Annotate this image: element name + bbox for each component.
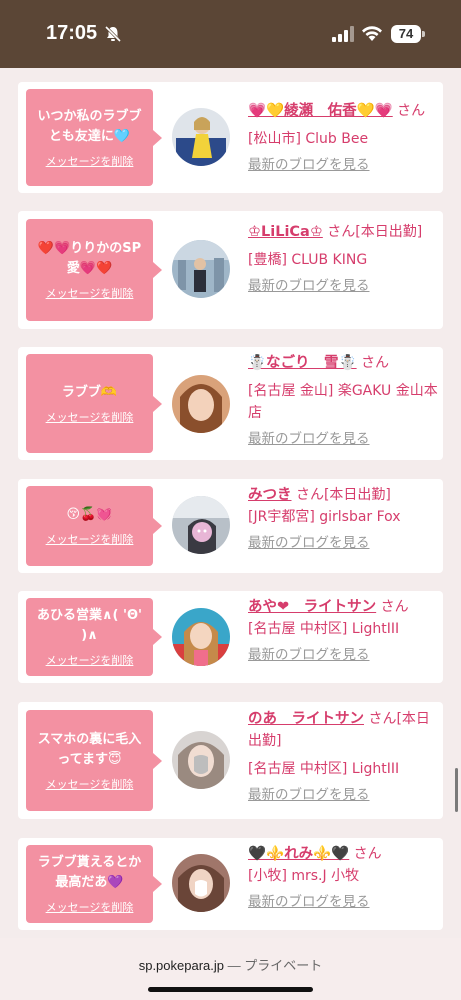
message-bubble: ❤️💗りりかのSP愛💗❤️ メッセージを削除 <box>26 219 162 321</box>
list-item: スマホの裏に毛入ってます😇 メッセージを削除 のあ ライトサン さん[本日出勤]… <box>18 702 443 819</box>
cast-suffix: さん <box>397 103 426 119</box>
cast-info: あや❤︎ ライトサン さん [名古屋 中村区] LightIII 最新のブログを… <box>248 596 438 666</box>
message-text: ラブブ🫶 <box>61 384 118 400</box>
shop-name: [松山市] Club Bee <box>248 131 369 147</box>
list-item: ❤️💗りりかのSP愛💗❤️ メッセージを削除 ♔LiLiCa♔ さん[本日出勤]… <box>18 211 443 329</box>
message-bubble: スマホの裏に毛入ってます😇 メッセージを削除 <box>26 710 162 811</box>
cast-name-link[interactable]: のあ ライトサン <box>248 711 364 727</box>
latest-blog-link[interactable]: 最新のブログを見る <box>248 428 370 450</box>
cast-info: 🖤⚜️れみ⚜️🖤 さん [小牧] mrs.J 小牧 最新のブログを見る <box>248 843 438 913</box>
list-item: ラブブ貰えるとか最高だあ💜 メッセージを削除 🖤⚜️れみ⚜️🖤 さん [小牧] … <box>18 838 443 930</box>
wifi-icon <box>362 26 382 41</box>
status-time: 17:05 <box>46 22 98 44</box>
list-item: ラブブ🫶 メッセージを削除 ☃️なごり 雪☃️ さん [名古屋 金山] 楽GAK… <box>18 347 443 460</box>
bell-muted-icon <box>104 25 122 43</box>
cast-suffix: さん[本日出勤] <box>295 487 391 503</box>
shop-name: [名古屋 中村区] LightIII <box>248 621 400 637</box>
latest-blog-link[interactable]: 最新のブログを見る <box>248 644 370 666</box>
delete-message-link[interactable]: メッセージを削除 <box>46 776 134 792</box>
cellular-signal-icon <box>332 26 354 42</box>
cast-suffix: さん <box>353 846 382 862</box>
browser-bottom-bar[interactable]: sp.pokepara.jp — プライベート <box>0 938 461 1000</box>
message-bubble: あひる営業∧( 'Θ' )∧ メッセージを削除 <box>26 598 162 676</box>
latest-blog-link[interactable]: 最新のブログを見る <box>248 784 370 806</box>
cast-info: ♔LiLiCa♔ さん[本日出勤] [豊橋] CLUB KING 最新のブログを… <box>248 221 438 297</box>
scroll-indicator[interactable] <box>455 768 458 812</box>
avatar[interactable] <box>172 496 230 554</box>
message-text: スマホの裏に毛入ってます😇 <box>37 731 142 767</box>
delete-message-link[interactable]: メッセージを削除 <box>46 531 134 547</box>
latest-blog-link[interactable]: 最新のブログを見る <box>248 275 370 297</box>
shop-name: [名古屋 金山] 楽GAKU 金山本店 <box>248 383 438 421</box>
latest-blog-link[interactable]: 最新のブログを見る <box>248 154 370 176</box>
cast-name-link[interactable]: ♔LiLiCa♔ <box>248 224 323 240</box>
message-text: ラブブ貰えるとか最高だあ💜 <box>37 855 142 890</box>
message-text: ❤️💗りりかのSP愛💗❤️ <box>37 241 142 276</box>
battery-tip <box>422 31 425 37</box>
battery-icon: 74 <box>391 25 421 43</box>
shop-name: [JR宇都宮] girlsbar Fox <box>248 509 401 525</box>
status-bar: 17:05 74 <box>0 0 461 68</box>
latest-blog-link[interactable]: 最新のブログを見る <box>248 532 370 554</box>
delete-message-link[interactable]: メッセージを削除 <box>46 409 134 425</box>
shop-name: [小牧] mrs.J 小牧 <box>248 868 360 884</box>
cast-info: のあ ライトサン さん[本日出勤] [名古屋 中村区] LightIII 最新の… <box>248 708 438 806</box>
avatar[interactable] <box>172 240 230 298</box>
message-bubble: いつか私のラブブとも友達に🩵 メッセージを削除 <box>26 89 162 186</box>
home-indicator[interactable] <box>148 987 313 992</box>
delete-message-link[interactable]: メッセージを削除 <box>46 153 134 169</box>
delete-message-link[interactable]: メッセージを削除 <box>46 285 134 301</box>
cast-suffix: さん <box>361 355 390 371</box>
list-item: いつか私のラブブとも友達に🩵 メッセージを削除 💗💛綾瀬 佑香💛💗 さん [松山… <box>18 82 443 193</box>
message-bubble: ラブブ貰えるとか最高だあ💜 メッセージを削除 <box>26 845 162 923</box>
cast-info: 💗💛綾瀬 佑香💛💗 さん [松山市] Club Bee 最新のブログを見る <box>248 100 438 176</box>
message-text: いつか私のラブブとも友達に🩵 <box>37 108 142 144</box>
message-text: あひる営業∧( 'Θ' )∧ <box>36 608 143 643</box>
favorite-message-list[interactable]: いつか私のラブブとも友達に🩵 メッセージを削除 💗💛綾瀬 佑香💛💗 さん [松山… <box>0 68 461 938</box>
message-bubble: ラブブ🫶 メッセージを削除 <box>26 354 162 453</box>
cast-info: ☃️なごり 雪☃️ さん [名古屋 金山] 楽GAKU 金山本店 最新のブログを… <box>248 352 438 450</box>
delete-message-link[interactable]: メッセージを削除 <box>46 652 134 668</box>
cast-suffix: さん <box>380 599 409 615</box>
avatar[interactable] <box>172 375 230 433</box>
avatar[interactable] <box>172 854 230 912</box>
cast-suffix: さん[本日出勤] <box>327 224 423 240</box>
url-separator: — <box>227 958 241 973</box>
message-bubble: 😚🍒💓 メッセージを削除 <box>26 486 162 566</box>
cast-name-link[interactable]: みつき <box>248 487 292 503</box>
avatar[interactable] <box>172 108 230 166</box>
url-domain: sp.pokepara.jp <box>138 958 224 973</box>
url-bar[interactable]: sp.pokepara.jp — プライベート <box>0 955 461 974</box>
cast-info: みつき さん[本日出勤] [JR宇都宮] girlsbar Fox 最新のブログ… <box>248 484 438 554</box>
avatar[interactable] <box>172 608 230 666</box>
latest-blog-link[interactable]: 最新のブログを見る <box>248 891 370 913</box>
shop-name: [名古屋 中村区] LightIII <box>248 761 400 777</box>
shop-name: [豊橋] CLUB KING <box>248 252 368 268</box>
private-mode-label: プライベート <box>244 958 323 973</box>
message-text: 😚🍒💓 <box>66 507 113 522</box>
avatar[interactable] <box>172 731 230 789</box>
cast-name-link[interactable]: 🖤⚜️れみ⚜️🖤 <box>248 846 349 862</box>
cast-name-link[interactable]: ☃️なごり 雪☃️ <box>248 355 357 371</box>
cast-name-link[interactable]: 💗💛綾瀬 佑香💛💗 <box>248 103 393 119</box>
list-item: 😚🍒💓 メッセージを削除 みつき さん[本日出勤] [JR宇都宮] girlsb… <box>18 479 443 573</box>
list-item: あひる営業∧( 'Θ' )∧ メッセージを削除 あや❤︎ ライトサン さん [名… <box>18 591 443 683</box>
delete-message-link[interactable]: メッセージを削除 <box>46 899 134 915</box>
cast-name-link[interactable]: あや❤︎ ライトサン <box>248 599 376 615</box>
